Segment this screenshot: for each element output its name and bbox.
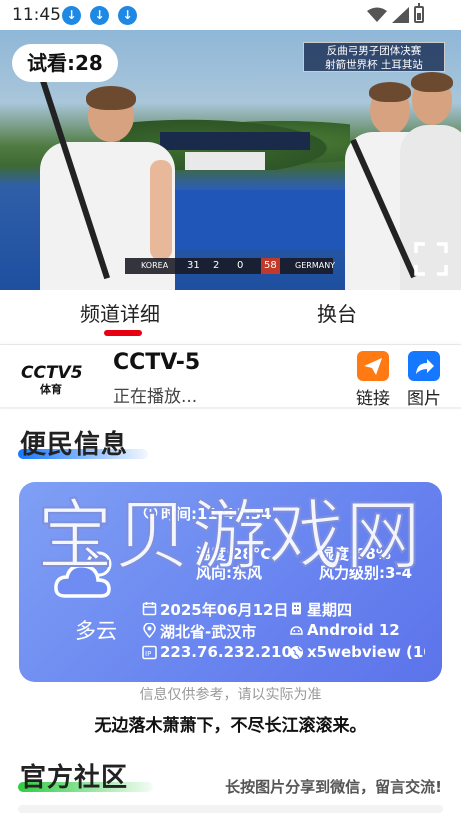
location-icon [143, 623, 156, 638]
download-icon: ↓ [90, 6, 109, 25]
channel-info-row: CCTV5 体育 CCTV-5 正在播放... 链接 图片 [0, 345, 461, 409]
building-icon [292, 602, 301, 615]
scoreboard: KOREA 31 2 0 58 GERMANY [125, 258, 336, 274]
svg-text:IP: IP [145, 650, 151, 658]
archer-left-arm [150, 160, 172, 260]
cctv5-logo: CCTV5 体育 [21, 363, 83, 395]
download-icon: ↓ [62, 6, 81, 25]
tab-switch-channel[interactable]: 换台 [317, 298, 357, 327]
download-icon: ↓ [118, 6, 137, 25]
site-watermark: 宝贝游戏网 [36, 490, 422, 581]
status-time: 11:45 [12, 5, 61, 25]
score-right-sets: 0 [237, 260, 244, 271]
link-label: 链接 [356, 389, 390, 409]
weather-location: 湖北省-武汉市 [160, 623, 257, 641]
video-banner [160, 132, 310, 150]
logo-sub: 体育 [40, 382, 62, 395]
globe-icon [290, 646, 303, 659]
share-tip: 长按图片分享到微信，留言交流! [225, 778, 442, 796]
tab-channel-detail[interactable]: 频道详细 [80, 298, 160, 327]
info-section-title: 便民信息 [20, 430, 129, 460]
send-icon [357, 351, 389, 381]
video-targets [185, 152, 265, 170]
caption-line1: 反曲弓男子团体决赛 [326, 45, 422, 57]
tab-active-indicator [104, 330, 142, 336]
wifi-icon [367, 7, 387, 22]
weather-weekday: 星期四 [307, 601, 353, 619]
archer-left-hair [86, 86, 136, 110]
ip-icon: IP [142, 645, 157, 660]
video-player[interactable]: 试看:28 反曲弓男子团体决赛 射箭世界杯 土耳其站 KOREA 31 2 0 … [0, 30, 461, 290]
tab-bar: 频道详细 换台 [0, 290, 461, 345]
community-card-edge [18, 805, 443, 813]
poem-line: 无边落木萧萧下，不尽长江滚滚来。 [94, 716, 367, 736]
score-right-total: 58 [261, 258, 280, 274]
score-left-total: 31 [187, 260, 200, 271]
community-section-title: 官方社区 [20, 763, 129, 793]
android-icon [290, 626, 303, 635]
signal-icon [392, 7, 409, 23]
link-button[interactable]: 链接 [353, 351, 393, 409]
info-disclaimer: 信息仅供参考，请以实际为准 [139, 687, 322, 703]
battery-icon [414, 3, 424, 23]
image-button[interactable]: 图片 [404, 351, 444, 409]
share-icon [408, 351, 440, 381]
weather-ip: 223.76.232.210 [160, 643, 292, 661]
calendar-icon [142, 602, 157, 616]
score-left-sets: 2 [213, 260, 220, 271]
weather-date: 2025年06月12日 [160, 601, 289, 619]
broadcast-caption: 反曲弓男子团体决赛 射箭世界杯 土耳其站 [303, 42, 445, 72]
weather-browser: x5webview (101.0 [307, 643, 425, 661]
archer-right-hair [369, 82, 411, 102]
archer-far-hair [411, 72, 453, 92]
fullscreen-icon[interactable] [414, 242, 448, 276]
score-left-team: KOREA [141, 261, 169, 270]
trial-countdown-badge: 试看:28 [12, 44, 118, 82]
score-right-team: GERMANY [295, 261, 336, 270]
channel-status: 正在播放... [113, 387, 198, 407]
weather-condition: 多云 [75, 619, 117, 643]
logo-text: CCTV5 [21, 363, 83, 383]
caption-line2: 射箭世界杯 土耳其站 [325, 59, 423, 71]
status-bar: 11:45 ↓ ↓ ↓ [0, 0, 461, 30]
channel-name: CCTV-5 [113, 350, 201, 375]
image-label: 图片 [407, 389, 441, 409]
weather-os: Android 12 [307, 621, 400, 639]
